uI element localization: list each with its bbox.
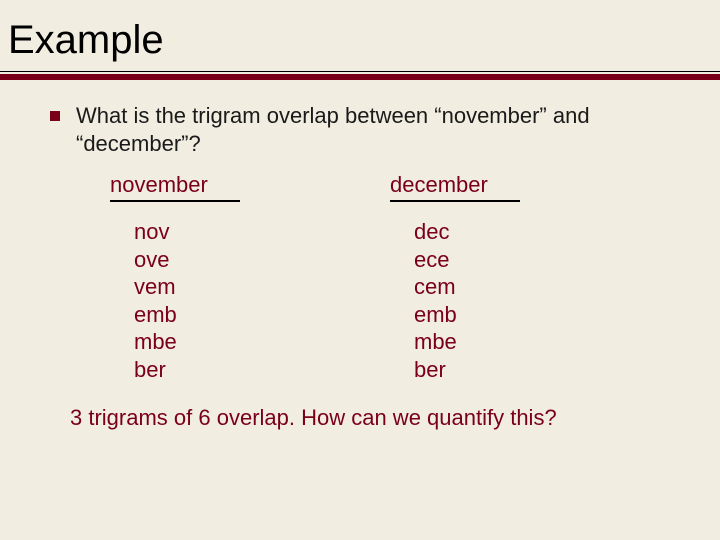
title-area: Example <box>0 0 720 69</box>
column-left-underline <box>110 200 240 202</box>
trigram: cem <box>414 273 457 301</box>
trigram: ove <box>134 246 177 274</box>
trigram: mbe <box>134 328 177 356</box>
title-rule <box>0 71 720 80</box>
footer-note: 3 trigrams of 6 overlap. How can we quan… <box>70 405 680 431</box>
trigram: ece <box>414 246 457 274</box>
column-right: december dec ece cem emb mbe ber <box>380 172 660 383</box>
rule-thin <box>0 71 720 72</box>
trigram: vem <box>134 273 177 301</box>
trigram-list-left: nov ove vem emb mbe ber <box>134 218 177 383</box>
slide-title: Example <box>8 18 712 63</box>
slide-content: What is the trigram overlap between “nov… <box>0 80 720 431</box>
column-left: november nov ove vem emb mbe ber <box>100 172 380 383</box>
bullet-item: What is the trigram overlap between “nov… <box>50 102 680 158</box>
column-left-header: november <box>110 172 208 198</box>
trigram-columns: november nov ove vem emb mbe ber decembe… <box>100 172 680 383</box>
trigram: ber <box>134 356 177 384</box>
trigram: emb <box>134 301 177 329</box>
trigram-list-right: dec ece cem emb mbe ber <box>414 218 457 383</box>
trigram: ber <box>414 356 457 384</box>
bullet-marker-icon <box>50 111 60 121</box>
column-right-underline <box>390 200 520 202</box>
bullet-text: What is the trigram overlap between “nov… <box>76 102 636 158</box>
column-right-header: december <box>390 172 488 198</box>
trigram: nov <box>134 218 177 246</box>
trigram: emb <box>414 301 457 329</box>
trigram: mbe <box>414 328 457 356</box>
trigram: dec <box>414 218 457 246</box>
